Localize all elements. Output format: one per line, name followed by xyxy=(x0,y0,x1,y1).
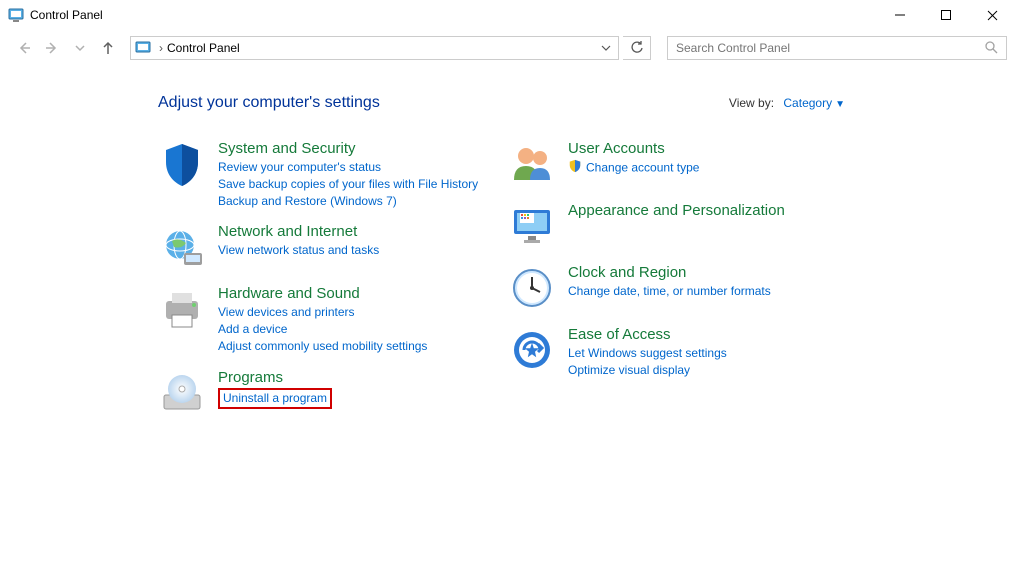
refresh-button[interactable] xyxy=(623,36,651,60)
category-sublink[interactable]: Uninstall a program xyxy=(218,388,332,409)
printer-icon xyxy=(158,285,206,333)
minimize-button[interactable] xyxy=(877,0,923,30)
uac-shield-icon xyxy=(568,159,582,178)
category-heading[interactable]: Hardware and Sound xyxy=(218,285,427,302)
category-sublink[interactable]: Save backup copies of your files with Fi… xyxy=(218,176,478,193)
category-sublink[interactable]: View devices and printers xyxy=(218,304,427,321)
users-icon xyxy=(508,140,556,188)
category-heading[interactable]: System and Security xyxy=(218,140,478,157)
category-item: Ease of Access Let Windows suggest settin… xyxy=(508,326,858,379)
page-title: Adjust your computer's settings xyxy=(158,94,380,112)
chevron-down-icon: ▼ xyxy=(835,99,845,110)
category-sublink[interactable]: Add a device xyxy=(218,321,427,338)
category-item: Programs Uninstall a program xyxy=(158,369,508,417)
window-controls xyxy=(877,0,1015,30)
category-column-right: User Accounts Change account type Appearan… xyxy=(508,140,858,431)
search-box[interactable] xyxy=(667,36,1007,60)
titlebar: Control Panel xyxy=(0,0,1015,30)
close-button[interactable] xyxy=(969,0,1015,30)
category-sublink[interactable]: Backup and Restore (Windows 7) xyxy=(218,193,478,210)
back-button[interactable] xyxy=(12,36,36,60)
view-by: View by: Category▼ xyxy=(729,96,845,110)
breadcrumb[interactable]: Control Panel xyxy=(167,41,240,55)
category-item: System and Security Review your computer'… xyxy=(158,140,508,209)
breadcrumb-separator-icon: › xyxy=(159,41,163,55)
category-column-left: System and Security Review your computer'… xyxy=(158,140,508,431)
control-panel-mini-icon xyxy=(135,40,151,56)
search-input[interactable] xyxy=(674,40,984,56)
category-heading[interactable]: Appearance and Personalization xyxy=(568,202,785,219)
search-icon xyxy=(984,40,1000,56)
category-heading[interactable]: Network and Internet xyxy=(218,223,379,240)
clock-icon xyxy=(508,264,556,312)
disc-icon xyxy=(158,369,206,417)
category-item: Network and Internet View network status … xyxy=(158,223,508,271)
category-item: User Accounts Change account type xyxy=(508,140,858,188)
ease-icon xyxy=(508,326,556,374)
control-panel-icon xyxy=(8,7,24,23)
monitor-icon xyxy=(508,202,556,250)
forward-button[interactable] xyxy=(40,36,64,60)
category-heading[interactable]: User Accounts xyxy=(568,140,699,157)
up-button[interactable] xyxy=(96,36,120,60)
category-sublink[interactable]: Let Windows suggest settings xyxy=(568,345,727,362)
view-by-value[interactable]: Category xyxy=(783,96,832,110)
category-item: Appearance and Personalization xyxy=(508,202,858,250)
category-item: Clock and Region Change date, time, or nu… xyxy=(508,264,858,312)
category-sublink[interactable]: View network status and tasks xyxy=(218,242,379,259)
address-bar[interactable]: › Control Panel xyxy=(130,36,619,60)
category-item: Hardware and Sound View devices and print… xyxy=(158,285,508,354)
category-sublink[interactable]: Optimize visual display xyxy=(568,362,727,379)
address-dropdown-button[interactable] xyxy=(596,37,616,59)
recent-button[interactable] xyxy=(68,36,92,60)
category-heading[interactable]: Programs xyxy=(218,369,332,386)
window-title: Control Panel xyxy=(30,8,103,22)
globe-icon xyxy=(158,223,206,271)
category-heading[interactable]: Ease of Access xyxy=(568,326,727,343)
content-area: Adjust your computer's settings View by:… xyxy=(0,66,1015,431)
navigation-bar: › Control Panel xyxy=(0,30,1015,66)
view-by-label: View by: xyxy=(729,96,774,110)
category-sublink[interactable]: Adjust commonly used mobility settings xyxy=(218,338,427,355)
category-sublink[interactable]: Change date, time, or number formats xyxy=(568,283,771,300)
shield-icon xyxy=(158,140,206,188)
category-sublink[interactable]: Change account type xyxy=(568,159,699,178)
category-sublink[interactable]: Review your computer's status xyxy=(218,159,478,176)
category-heading[interactable]: Clock and Region xyxy=(568,264,771,281)
maximize-button[interactable] xyxy=(923,0,969,30)
